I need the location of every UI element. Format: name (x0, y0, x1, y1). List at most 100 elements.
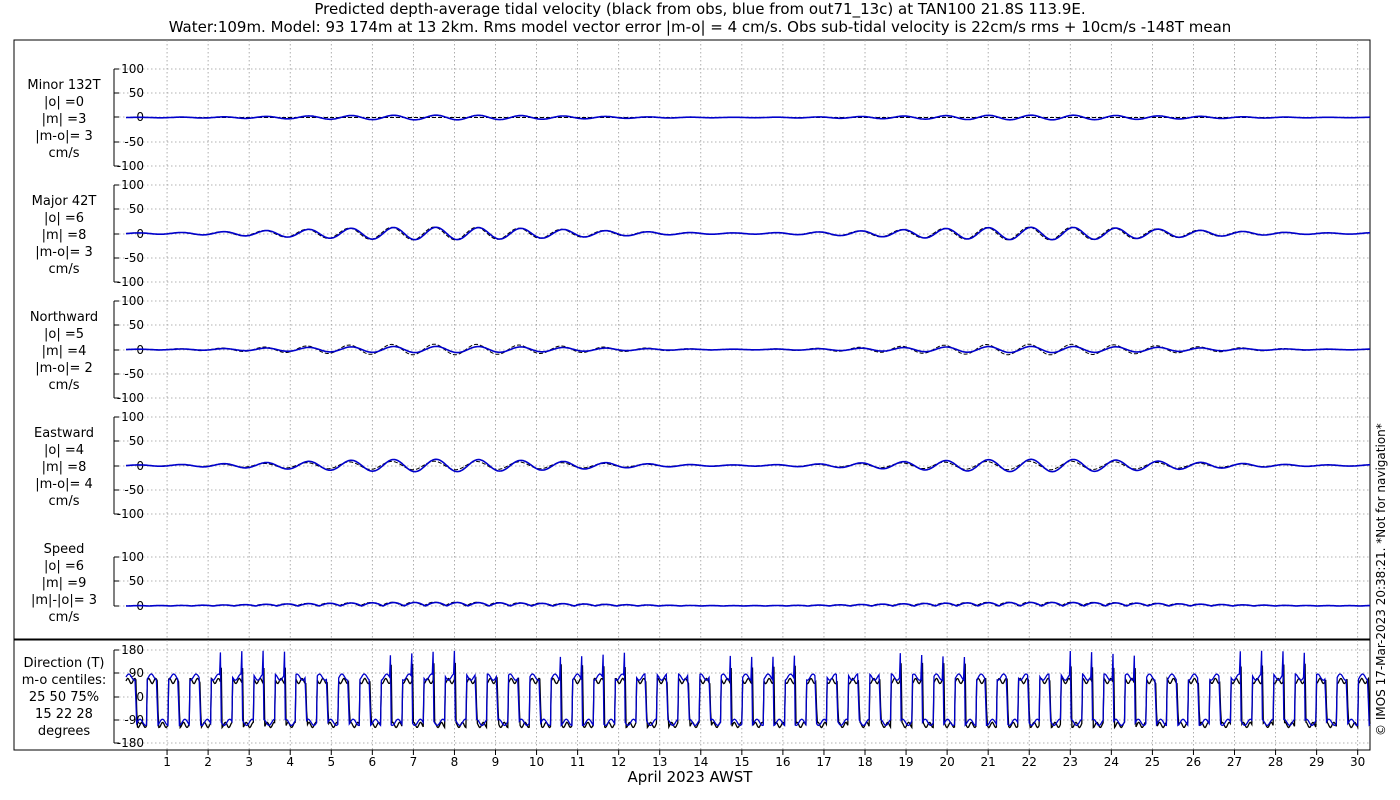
credit-watermark: © IMOS 17-Mar-2023 20:38:21. *Not for na… (1374, 406, 1388, 736)
panel-label-line: |m| =8 (41, 460, 87, 475)
panel-label-major: Major 42T |o| =6 |m| =8 |m-o|= 3 cm/s (14, 193, 114, 278)
x-tick-label: 11 (570, 755, 585, 769)
y-tick-label: 100 (121, 410, 144, 424)
x-tick-label: 25 (1145, 755, 1160, 769)
panel-label-line: |m|-|o|= 3 (30, 593, 98, 608)
y-tick-label: -50 (124, 483, 144, 497)
panel-label-line: cm/s (48, 610, 80, 625)
direction-model-line (125, 650, 1371, 727)
north-model-line (126, 345, 1371, 354)
speed-model-line (126, 601, 1370, 607)
x-tick-label: 6 (369, 755, 377, 769)
x-tick-label: 1 (163, 755, 171, 769)
x-tick-label: 27 (1227, 755, 1242, 769)
x-tick-label: 17 (816, 755, 831, 769)
y-tick-label: -100 (117, 159, 144, 173)
y-tick-label: 50 (129, 202, 144, 216)
x-tick-label: 9 (492, 755, 500, 769)
panel-label-line: Direction (T) (23, 656, 105, 671)
x-tick-label: 5 (327, 755, 335, 769)
tidal-velocity-chart: 100 50 0 -50 -100 100 50 0 -50 -100 100 50 0 -50 -100 1… (13, 39, 1371, 769)
x-tick-label: 2 (204, 755, 212, 769)
panel-label-line: cm/s (48, 146, 80, 161)
direction-obs-line (125, 662, 1371, 730)
x-tick-label: 19 (898, 755, 913, 769)
x-tick-label: 7 (410, 755, 418, 769)
panel-label-line: Speed (43, 542, 85, 557)
y-tick-label: -50 (124, 135, 144, 149)
y-tick-label: 0 (136, 459, 144, 473)
x-tick-label: 15 (734, 755, 749, 769)
panel-label-east: Eastward |o| =4 |m| =8 |m-o|= 4 cm/s (14, 425, 114, 510)
y-tick-label: 90 (129, 666, 144, 680)
x-tick-label: 8 (451, 755, 459, 769)
x-tick-label: 21 (981, 755, 996, 769)
x-tick-label: 14 (693, 755, 708, 769)
panel-label-line: 15 22 28 (35, 707, 93, 722)
panel-label-line: |m-o|= 4 (35, 477, 93, 492)
panel-label-line: Northward (29, 310, 99, 325)
panel-label-line: |m-o|= 2 (35, 361, 93, 376)
panel-label-line: cm/s (48, 262, 80, 277)
y-tick-label: -50 (124, 367, 144, 381)
y-tick-label: 180 (121, 643, 144, 657)
x-tick-label: 10 (529, 755, 544, 769)
x-tick-label: 13 (652, 755, 667, 769)
x-tick-label: 12 (611, 755, 626, 769)
y-tick-label: 0 (136, 690, 144, 704)
panel-label-line: 25 50 75% (28, 690, 100, 705)
x-tick-label: 28 (1268, 755, 1283, 769)
y-tick-label: 100 (121, 178, 144, 192)
x-axis-label: April 2023 AWST (627, 768, 753, 786)
panel-label-line: |m-o|= 3 (35, 245, 93, 260)
y-tick-label: 100 (121, 294, 144, 308)
y-tick-label: 50 (129, 574, 144, 588)
panel-label-line: |o| =5 (43, 327, 84, 342)
upper-frame (13, 39, 1371, 640)
panel-label-line: Major 42T (31, 194, 97, 209)
y-tick-label: 50 (129, 86, 144, 100)
y-tick-label: -100 (117, 391, 144, 405)
x-tick-label: 4 (286, 755, 294, 769)
y-tick-label: -100 (117, 275, 144, 289)
panel-label-line: cm/s (48, 378, 80, 393)
x-tick-label: 22 (1022, 755, 1037, 769)
panel-label-line: |m| =9 (41, 576, 87, 591)
panel-label-line: |m| =3 (41, 112, 87, 127)
panel-label-line: Minor 132T (27, 78, 101, 93)
panel-label-line: |o| =6 (43, 211, 84, 226)
panel-label-speed: Speed |o| =6 |m| =9 |m|-|o|= 3 cm/s (14, 541, 114, 626)
y-tick-label: 50 (129, 318, 144, 332)
panel-label-line: Eastward (33, 426, 95, 441)
x-tick-label: 30 (1350, 755, 1365, 769)
x-tick-label: 3 (245, 755, 253, 769)
panel-label-north: Northward |o| =5 |m| =4 |m-o|= 2 cm/s (14, 309, 114, 394)
panel-label-line: degrees (37, 724, 91, 739)
y-tick-label: -100 (117, 507, 144, 521)
east-model-line (125, 458, 1370, 473)
x-tick-label: 24 (1104, 755, 1119, 769)
panel-label-direction: Direction (T) m-o centiles: 25 50 75% 15… (14, 655, 114, 740)
y-tick-label: -180 (117, 736, 144, 750)
x-tick-label: 18 (857, 755, 872, 769)
y-tick-label: 100 (121, 62, 144, 76)
x-tick-label: 23 (1063, 755, 1078, 769)
panel-label-minor: Minor 132T |o| =0 |m| =3 |m-o|= 3 cm/s (14, 77, 114, 162)
panel-label-line: |m| =8 (41, 228, 87, 243)
panel-label-line: cm/s (48, 494, 80, 509)
x-tick-label: 16 (775, 755, 790, 769)
panel-label-line: |o| =0 (43, 95, 84, 110)
x-tick-label: 29 (1309, 755, 1324, 769)
y-tick-label: 0 (136, 227, 144, 241)
y-tick-label: 100 (121, 550, 144, 564)
y-tick-label: 50 (129, 434, 144, 448)
credit-text: © IMOS 17-Mar-2023 20:38:21. *Not for na… (1374, 423, 1388, 736)
panel-label-line: |o| =6 (43, 559, 84, 574)
x-tick-label: 20 (939, 755, 954, 769)
panel-label-line: m-o centiles: (21, 673, 107, 688)
y-tick-label: -50 (124, 251, 144, 265)
x-tick-label: 26 (1186, 755, 1201, 769)
major-model-line (125, 226, 1370, 241)
panel-label-line: |m-o|= 3 (35, 129, 93, 144)
panel-label-line: |m| =4 (41, 344, 87, 359)
